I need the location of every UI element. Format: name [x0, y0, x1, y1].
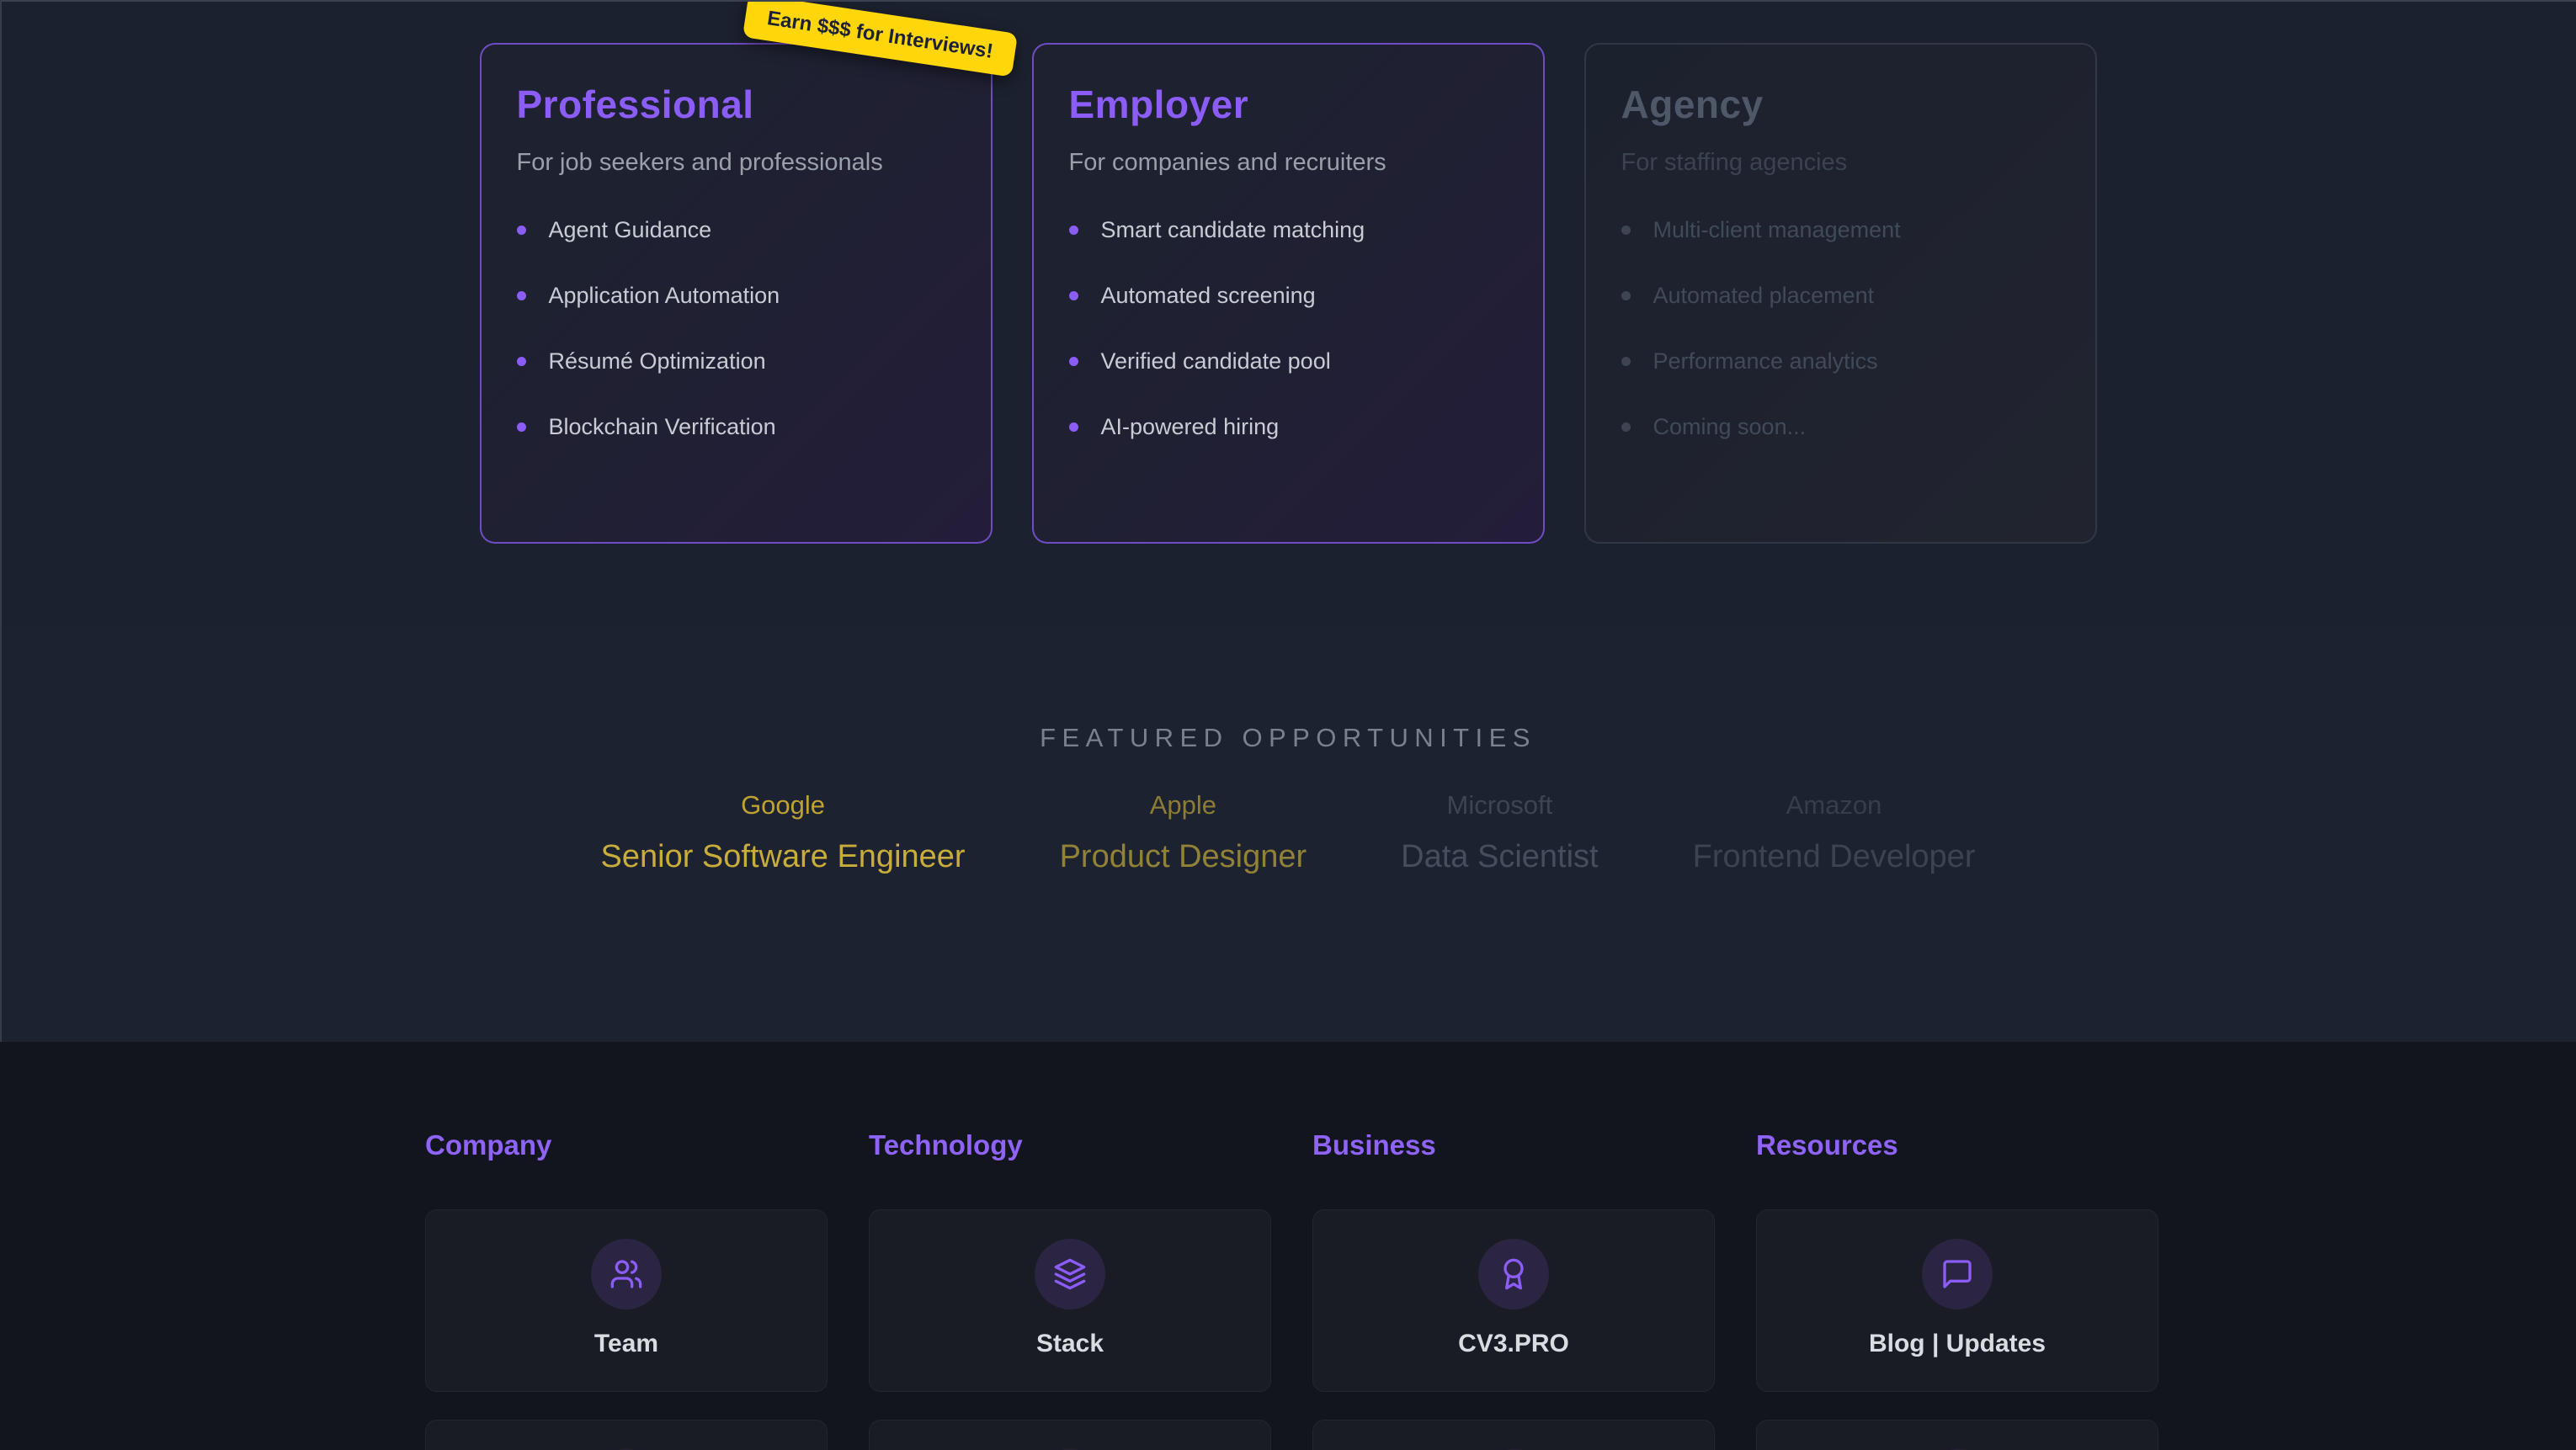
- footer-column-heading: Technology: [869, 1042, 1271, 1161]
- footer-card-partial[interactable]: [869, 1420, 1271, 1450]
- footer-card-cv3-pro[interactable]: CV3.PRO: [1312, 1209, 1715, 1392]
- bullet-dot-icon: [1069, 357, 1078, 366]
- footer-card-label: CV3.PRO: [1458, 1330, 1569, 1358]
- footer-card-team[interactable]: Team: [425, 1209, 828, 1392]
- footer-card-list: Stack: [869, 1209, 1271, 1450]
- footer-card-label: Blog | Updates: [1869, 1330, 2046, 1358]
- featured-job-item: Google Senior Software Engineer: [601, 790, 966, 875]
- award-icon: [1478, 1239, 1549, 1309]
- plan-feature-label: Smart candidate matching: [1101, 217, 1365, 243]
- plan-card-employer[interactable]: Employer For companies and recruiters Sm…: [1032, 43, 1545, 544]
- plan-feature-label: Blockchain Verification: [549, 414, 776, 440]
- footer-card-stack[interactable]: Stack: [869, 1209, 1271, 1392]
- bullet-dot-icon: [1621, 357, 1631, 366]
- footer-column-company: Company Team: [425, 1042, 828, 1450]
- plan-feature-label: Verified candidate pool: [1101, 348, 1331, 374]
- bullet-dot-icon: [517, 357, 526, 366]
- plan-card-professional[interactable]: Professional For job seekers and profess…: [480, 43, 993, 544]
- footer-column-heading: Resources: [1756, 1042, 2158, 1161]
- top-divider: [0, 0, 2576, 2]
- footer-column-heading: Business: [1312, 1042, 1715, 1161]
- bullet-dot-icon: [1069, 422, 1078, 432]
- plan-subtitle: For job seekers and professionals: [517, 149, 955, 177]
- plan-feature-item: Automated placement: [1621, 283, 2060, 309]
- bullet-dot-icon: [1069, 226, 1078, 235]
- plan-feature-item: Multi-client management: [1621, 217, 2060, 243]
- featured-jobs-row: Google Senior Software Engineer Apple Pr…: [0, 790, 2576, 875]
- bullet-dot-icon: [1069, 291, 1078, 300]
- bullet-dot-icon: [517, 291, 526, 300]
- plan-subtitle: For companies and recruiters: [1069, 149, 1508, 177]
- plan-title: Employer: [1069, 82, 1508, 127]
- featured-job-item: Amazon Frontend Developer: [1693, 790, 1976, 875]
- footer-card-partial[interactable]: [425, 1420, 828, 1450]
- hero-section: Professional For job seekers and profess…: [0, 0, 2576, 626]
- footer-card-partial[interactable]: [1756, 1420, 2158, 1450]
- plan-feature-label: Performance analytics: [1653, 348, 1878, 374]
- page: Professional For job seekers and profess…: [0, 0, 2576, 1450]
- spacer-band: [0, 963, 2576, 1043]
- footer-card-list: Team: [425, 1209, 828, 1450]
- plan-feature-label: Coming soon...: [1653, 414, 1807, 440]
- plan-feature-item: Performance analytics: [1621, 348, 2060, 374]
- job-role: Data Scientist: [1401, 839, 1598, 875]
- footer-card-label: Stack: [1036, 1330, 1104, 1358]
- job-company: Microsoft: [1401, 790, 1598, 821]
- featured-heading: FEATURED OPPORTUNITIES: [0, 625, 2576, 753]
- plan-feature-list: Multi-client management Automated placem…: [1621, 217, 2060, 440]
- job-company: Amazon: [1693, 790, 1976, 821]
- bullet-dot-icon: [517, 226, 526, 235]
- message-square-icon: [1922, 1239, 1993, 1309]
- plan-feature-label: Automated placement: [1653, 283, 1875, 309]
- footer-card-partial[interactable]: [1312, 1420, 1715, 1450]
- layers-icon: [1035, 1239, 1105, 1309]
- job-company: Google: [601, 790, 966, 821]
- plan-feature-list: Agent Guidance Application Automation Ré…: [517, 217, 955, 440]
- job-role: Frontend Developer: [1693, 839, 1976, 875]
- featured-section: FEATURED OPPORTUNITIES Google Senior Sof…: [0, 625, 2576, 964]
- job-role: Senior Software Engineer: [601, 839, 966, 875]
- left-edge-line: [0, 0, 2, 1042]
- plan-feature-label: Application Automation: [549, 283, 780, 309]
- footer-columns: Company Team Technology Stack Business C…: [425, 1042, 2158, 1450]
- plan-title: Agency: [1621, 82, 2060, 127]
- bullet-dot-icon: [1621, 422, 1631, 432]
- plan-feature-item: Résumé Optimization: [517, 348, 955, 374]
- footer-column-technology: Technology Stack: [869, 1042, 1271, 1450]
- job-role: Product Designer: [1060, 839, 1307, 875]
- featured-job-item: Apple Product Designer: [1060, 790, 1307, 875]
- plan-feature-item: Smart candidate matching: [1069, 217, 1508, 243]
- plan-subtitle: For staffing agencies: [1621, 149, 2060, 177]
- plan-feature-item: Agent Guidance: [517, 217, 955, 243]
- footer-column-business: Business CV3.PRO: [1312, 1042, 1715, 1450]
- plan-feature-item: AI-powered hiring: [1069, 414, 1508, 440]
- plan-card-agency[interactable]: Agency For staffing agencies Multi-clien…: [1584, 43, 2097, 544]
- footer-column-heading: Company: [425, 1042, 828, 1161]
- plan-feature-list: Smart candidate matching Automated scree…: [1069, 217, 1508, 440]
- footer-card-blog-updates[interactable]: Blog | Updates: [1756, 1209, 2158, 1392]
- plan-feature-item: Blockchain Verification: [517, 414, 955, 440]
- footer: Company Team Technology Stack Business C…: [0, 1042, 2576, 1450]
- bullet-dot-icon: [1621, 291, 1631, 300]
- plan-feature-item: Automated screening: [1069, 283, 1508, 309]
- featured-job-item: Microsoft Data Scientist: [1401, 790, 1598, 875]
- plan-feature-label: Agent Guidance: [549, 217, 712, 243]
- footer-card-list: CV3.PRO: [1312, 1209, 1715, 1450]
- plan-feature-item: Coming soon...: [1621, 414, 2060, 440]
- plan-feature-item: Verified candidate pool: [1069, 348, 1508, 374]
- bullet-dot-icon: [517, 422, 526, 432]
- plan-title: Professional: [517, 82, 955, 127]
- plan-feature-label: Automated screening: [1101, 283, 1316, 309]
- users-icon: [591, 1239, 662, 1309]
- plan-feature-label: AI-powered hiring: [1101, 414, 1280, 440]
- plan-feature-label: Multi-client management: [1653, 217, 1901, 243]
- plan-cards-row: Professional For job seekers and profess…: [0, 43, 2576, 544]
- plan-feature-item: Application Automation: [517, 283, 955, 309]
- footer-card-label: Team: [594, 1330, 658, 1358]
- job-company: Apple: [1060, 790, 1307, 821]
- plan-feature-label: Résumé Optimization: [549, 348, 766, 374]
- bullet-dot-icon: [1621, 226, 1631, 235]
- footer-column-resources: Resources Blog | Updates: [1756, 1042, 2158, 1450]
- footer-card-list: Blog | Updates: [1756, 1209, 2158, 1450]
